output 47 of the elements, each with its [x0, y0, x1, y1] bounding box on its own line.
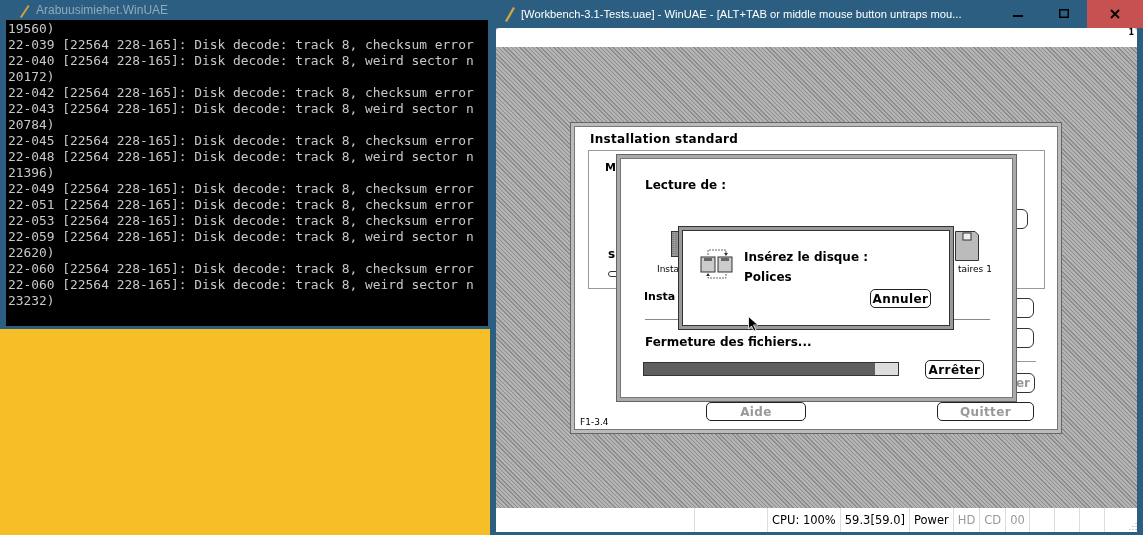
icon-label: Insta	[657, 264, 680, 274]
log-line: 20784)	[7, 117, 56, 133]
icon-label: taires 1	[958, 264, 992, 274]
status-cell: CPU: 100%	[768, 508, 841, 532]
window-title: Arabuusimiehet.WinUAE	[36, 2, 169, 18]
log-line: 22-045 [22564 228-165]: Disk decode: track 8, checksum error	[7, 133, 475, 149]
log-line: 22-043 [22564 228-165]: Disk decode: track 8, weird sector n	[7, 101, 475, 117]
close-icon	[1110, 9, 1120, 19]
log-line: 22-049 [22564 228-165]: Disk decode: track 8, checksum error	[7, 181, 475, 197]
log-line: 22-048 [22564 228-165]: Disk decode: track 8, weird sector n	[7, 149, 475, 165]
log-line: 22-053 [22564 228-165]: Disk decode: track 8, checksum error	[7, 213, 475, 229]
status-cell: 59.3[59.0]	[840, 508, 910, 532]
stop-button[interactable]: Arrêter	[925, 360, 984, 379]
log-line: 21396)	[7, 165, 56, 181]
status-text: Fermeture des fichiers...	[645, 335, 812, 349]
section-label: Insta	[644, 290, 676, 303]
cancel-button[interactable]: Annuler	[870, 289, 931, 308]
log-line: 22-040 [22564 228-165]: Disk decode: track 8, weird sector n	[7, 53, 475, 69]
close-button[interactable]	[1087, 0, 1143, 28]
log-line: 22-060 [22564 228-165]: Disk decode: track 8, weird sector n	[7, 277, 475, 293]
status-cell: HD	[953, 508, 981, 532]
log-line: 22-059 [22564 228-165]: Disk decode: track 8, weird sector n	[7, 229, 475, 245]
dialog-title: Installation standard	[590, 132, 739, 146]
window-title: [Workbench-3.1-Tests.uae] - WinUAE - [ALT+TAB or middle mouse button untraps mou...	[521, 8, 963, 20]
pencil-icon	[504, 6, 516, 22]
status-cell: 00	[1006, 508, 1030, 532]
log-line: 19560)	[7, 21, 56, 37]
resize-grip-icon[interactable]	[1129, 522, 1137, 530]
log-line: 22-051 [22564 228-165]: Disk decode: track 8, checksum error	[7, 197, 475, 213]
version-label: F1-3.4	[580, 417, 609, 427]
status-cell: Power	[910, 508, 954, 532]
log-line: 22-060 [22564 228-165]: Disk decode: track 8, checksum error	[7, 261, 475, 277]
maximize-icon	[1059, 9, 1069, 19]
menu-number: 1	[1128, 28, 1135, 39]
log-line: 22-039 [22564 228-165]: Disk decode: track 8, checksum error	[7, 37, 475, 53]
log-line: 20172)	[7, 69, 56, 85]
log-line: 22620)	[7, 245, 56, 261]
disk-swap-icon	[700, 248, 734, 280]
log-line: 22-042 [22564 228-165]: Disk decode: track 8, checksum error	[7, 85, 475, 101]
status-cell: CD	[980, 508, 1007, 532]
label-fragment: M	[605, 161, 616, 174]
dialog-message: Insérez le disque :	[744, 250, 869, 264]
label-fragment: s	[608, 247, 616, 261]
disk-name: Polices	[744, 270, 792, 284]
log-line: 23232)	[7, 293, 56, 309]
pencil-icon	[18, 4, 30, 18]
dialog-heading: Lecture de :	[645, 178, 727, 192]
